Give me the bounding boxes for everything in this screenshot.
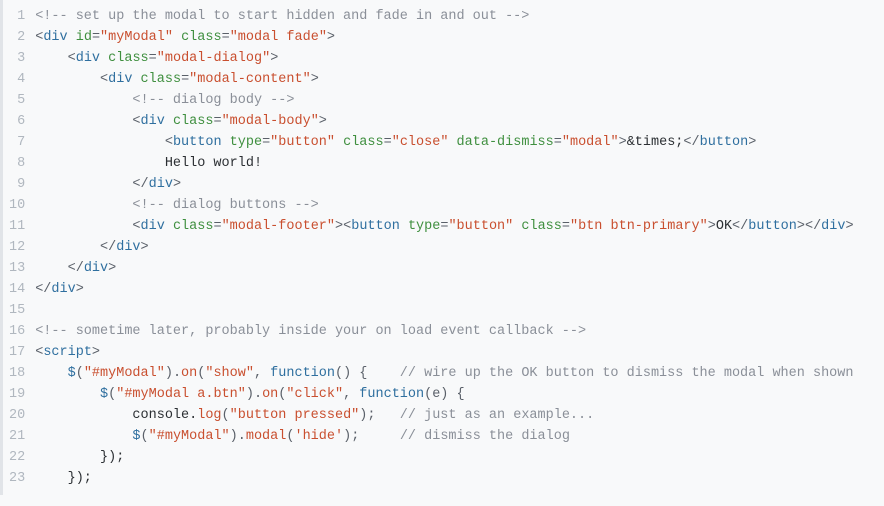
line-number-gutter: 1234567891011121314151617181920212223 [3, 6, 35, 489]
line-number: 2 [9, 27, 25, 48]
line-number: 14 [9, 279, 25, 300]
line-number: 12 [9, 237, 25, 258]
code-line: <!-- dialog buttons --> [35, 195, 884, 216]
code-line [35, 300, 884, 321]
line-number: 10 [9, 195, 25, 216]
code-line: }); [35, 468, 884, 489]
code-line: <!-- set up the modal to start hidden an… [35, 6, 884, 27]
code-line: Hello world! [35, 153, 884, 174]
line-number: 17 [9, 342, 25, 363]
line-number: 1 [9, 6, 25, 27]
code-line: console.log("button pressed"); // just a… [35, 405, 884, 426]
line-number: 11 [9, 216, 25, 237]
line-number: 13 [9, 258, 25, 279]
code-line: <!-- sometime later, probably inside you… [35, 321, 884, 342]
line-number: 20 [9, 405, 25, 426]
code-line: <!-- dialog body --> [35, 90, 884, 111]
code-line: <div class="modal-dialog"> [35, 48, 884, 69]
code-line: </div> [35, 174, 884, 195]
line-number: 21 [9, 426, 25, 447]
line-number: 16 [9, 321, 25, 342]
code-line: <div class="modal-content"> [35, 69, 884, 90]
code-line: <div class="modal-body"> [35, 111, 884, 132]
code-line: <div class="modal-footer"><button type="… [35, 216, 884, 237]
line-number: 15 [9, 300, 25, 321]
line-number: 23 [9, 468, 25, 489]
line-number: 19 [9, 384, 25, 405]
line-number: 22 [9, 447, 25, 468]
code-line: <script> [35, 342, 884, 363]
code-line: $("#myModal").on("show", function() { //… [35, 363, 884, 384]
code-line: }); [35, 447, 884, 468]
code-line: <div id="myModal" class="modal fade"> [35, 27, 884, 48]
code-block: 1234567891011121314151617181920212223 <!… [0, 0, 884, 495]
line-number: 9 [9, 174, 25, 195]
code-line: </div> [35, 258, 884, 279]
line-number: 5 [9, 90, 25, 111]
code-line: </div> [35, 279, 884, 300]
line-number: 3 [9, 48, 25, 69]
code-line: $("#myModal a.btn").on("click", function… [35, 384, 884, 405]
line-number: 8 [9, 153, 25, 174]
line-number: 7 [9, 132, 25, 153]
line-number: 18 [9, 363, 25, 384]
code-content: <!-- set up the modal to start hidden an… [35, 6, 884, 489]
code-line: </div> [35, 237, 884, 258]
line-number: 6 [9, 111, 25, 132]
code-line: $("#myModal").modal('hide'); // dismiss … [35, 426, 884, 447]
line-number: 4 [9, 69, 25, 90]
code-line: <button type="button" class="close" data… [35, 132, 884, 153]
